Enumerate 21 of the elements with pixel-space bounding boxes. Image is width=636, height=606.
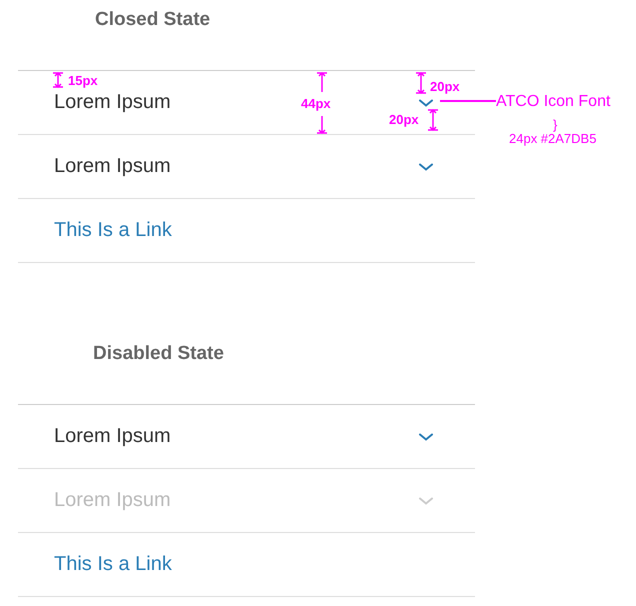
- measure-arrow: [428, 109, 438, 131]
- measure-arrow: [416, 72, 426, 94]
- chevron-down-icon[interactable]: [419, 162, 433, 170]
- annotation-label: }: [553, 118, 558, 132]
- annotation-label: 20px: [430, 80, 460, 94]
- leader-line: [440, 100, 496, 102]
- dropdown-label[interactable]: Lorem Ipsum: [54, 91, 171, 114]
- annotation-label: 20px: [389, 113, 419, 127]
- measure-arrow: [53, 72, 63, 88]
- link[interactable]: This Is a Link: [54, 219, 172, 242]
- dropdown-label[interactable]: Lorem Ipsum: [54, 425, 171, 448]
- annotation-label: ATCO Icon Font: [496, 93, 610, 111]
- chevron-down-icon[interactable]: [419, 98, 433, 106]
- chevron-down-icon[interactable]: [419, 432, 433, 440]
- annotation-label: 44px: [301, 97, 331, 111]
- link[interactable]: This Is a Link: [54, 553, 172, 576]
- dropdown-label[interactable]: Lorem Ipsum: [54, 155, 171, 178]
- section-title: Closed State: [94, 8, 212, 32]
- annotation-label: 24px #2A7DB5: [509, 132, 596, 146]
- annotation-label: 15px: [68, 74, 98, 88]
- section-title: Disabled State: [92, 342, 225, 366]
